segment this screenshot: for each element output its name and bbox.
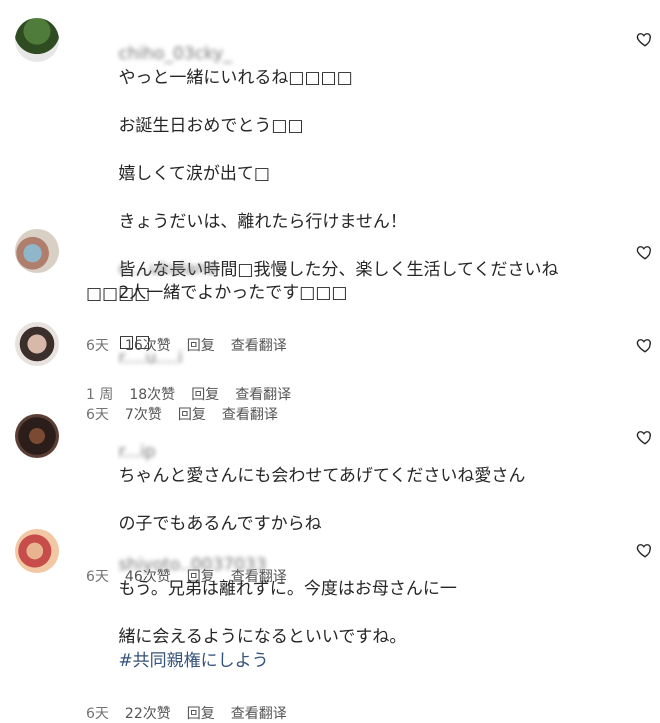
hashtag-link[interactable]: #共同親権にしよう: [118, 651, 268, 671]
comment-item: shiyoto..0037033 もう。兄弟は離れずに。今度はお母さんに一 緒に…: [0, 523, 660, 722]
comment-text: r....u....i: [86, 322, 622, 394]
comment-line: ちゃんと愛さんにも会わせてあげてくださいね愛さん: [118, 466, 526, 486]
comment-username[interactable]: chiho_03cky_: [118, 44, 231, 64]
avatar[interactable]: [15, 414, 59, 458]
comment-line: お誕生日おめでとう□□: [118, 116, 304, 136]
comment-text: c....ukuland 2人一緒でよかったです□□□: [86, 233, 622, 329]
comment-line: やっと一緒にいれるね□□□□: [118, 68, 353, 88]
heart-icon[interactable]: [636, 336, 654, 354]
comment-line: もう。兄弟は離れずに。今度はお母さんに一: [118, 579, 457, 599]
heart-icon[interactable]: [636, 243, 654, 261]
comment-item: c....ukuland 2人一緒でよかったです□□□ 6天 16次赞 回复 查…: [0, 225, 660, 354]
heart-icon[interactable]: [636, 541, 654, 559]
comment-username[interactable]: r...ip: [118, 442, 155, 462]
comment-meta: 6天 22次赞 回复 查看翻译: [86, 705, 622, 723]
comment-username[interactable]: r....u....i: [118, 348, 182, 368]
heart-icon[interactable]: [636, 428, 654, 446]
avatar[interactable]: [15, 229, 59, 273]
avatar[interactable]: [15, 529, 59, 573]
comment-item: r....u....i 6天 7次赞 回复 查看翻译: [0, 318, 660, 423]
like-count[interactable]: 22次赞: [125, 705, 171, 723]
avatar[interactable]: [15, 322, 59, 366]
comment-item: chiho_03cky_ やっと一緒にいれるね□□□□ お誕生日おめでとう□□ …: [0, 10, 660, 403]
comment-line: 緒に会えるようになるといいですね。: [118, 627, 407, 647]
comment-line: 2人一緒でよかったです□□□: [118, 283, 348, 303]
comment-item: r...ip ちゃんと愛さんにも会わせてあげてくださいね愛さん の子でもあるんで…: [0, 410, 660, 585]
comment-line: 嬉しくて涙が出て□: [118, 164, 270, 184]
comment-username[interactable]: c....ukuland: [118, 259, 217, 279]
comment-text: shiyoto..0037033 もう。兄弟は離れずに。今度はお母さんに一 緒に…: [86, 529, 622, 697]
heart-icon[interactable]: [636, 30, 654, 48]
avatar[interactable]: [15, 18, 59, 62]
translate-button[interactable]: 查看翻译: [231, 705, 287, 723]
comment-time: 6天: [86, 706, 109, 722]
comment-username[interactable]: shiyoto..0037033: [118, 555, 266, 575]
reply-button[interactable]: 回复: [187, 705, 215, 723]
